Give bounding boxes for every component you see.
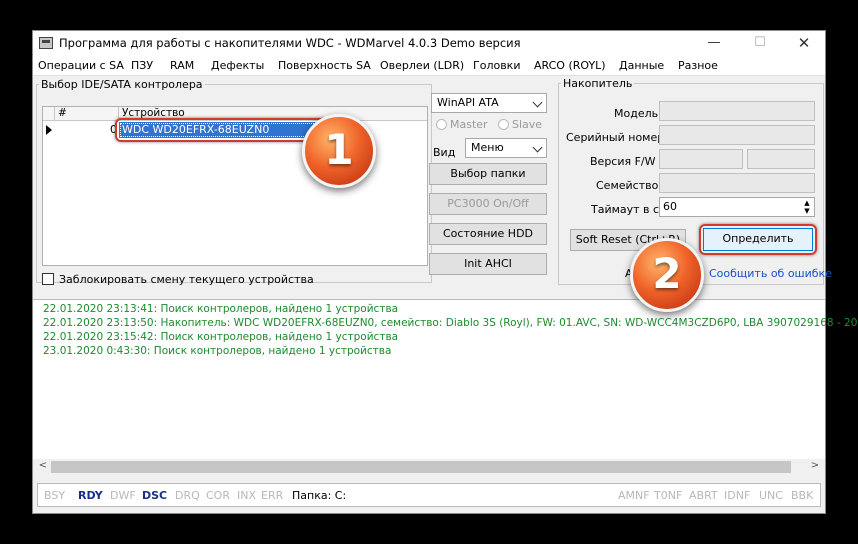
status-flag-err: ERR [261,489,284,502]
menu-misc[interactable]: Разное [678,59,718,72]
spin-down-icon[interactable]: ▼ [801,207,813,215]
status-flag-inx: INX [237,489,257,502]
menu-data[interactable]: Данные [619,59,664,72]
menu-ram[interactable]: RAM [170,59,194,72]
title-bar: Программа для работы с накопителями WDC … [33,31,825,56]
family-label: Семейство [596,179,659,192]
view-select-value: Меню [471,141,504,154]
init-ahci-button[interactable]: Init AHCI [429,253,547,275]
status-flag-bbk: BBK [791,489,814,502]
radio-slave[interactable]: Slave [498,118,542,131]
chevron-down-icon [532,142,543,153]
status-bar: BSY RDY DWF DSC DRQ COR INX ERR Папка: C… [37,483,821,507]
detect-highlight-frame [699,224,817,255]
step-badge-1: 1 [302,114,376,188]
fw-extra-field [747,149,815,169]
fw-label: Версия F/W [590,155,656,168]
lock-device-checkbox[interactable]: Заблокировать смену текущего устройства [42,273,314,286]
row-num: 0 [110,123,117,136]
menu-rom[interactable]: ПЗУ [131,59,153,72]
status-flag-rdy: RDY [78,489,103,502]
menu-arco[interactable]: ARCO (ROYL) [534,59,606,72]
scroll-right-icon[interactable]: > [808,460,822,471]
status-flag-unc: UNC [759,489,783,502]
status-flag-dwf: DWF [110,489,136,502]
interface-select-value: WinAPI ATA [437,96,499,109]
status-flag-abrt: ABRT [689,489,718,502]
app-window: Программа для работы с накопителями WDC … [32,30,858,514]
close-button[interactable]: ✕ [789,34,819,52]
radio-master-label: Master [450,118,488,131]
view-label: Вид [433,146,456,159]
log-line: 22.01.2020 23:13:50: Накопитель: WDC WD2… [43,317,858,329]
app-icon [39,37,53,49]
status-flag-cor: COR [206,489,230,502]
drive-group-legend: Накопитель [563,77,633,90]
hdd-state-button[interactable]: Состояние HDD [429,223,547,245]
radio-master[interactable]: Master [436,118,488,131]
menu-bar: Операции с SA ПЗУ RAM Дефекты Поверхност… [33,56,825,76]
status-flag-dsc: DSC [142,489,168,502]
radio-circle [498,119,509,130]
report-error-link[interactable]: Сообщить об ошибке [709,267,832,280]
fw-field [659,149,743,169]
device-highlight-frame [115,118,329,142]
header-num: # [55,107,119,121]
serial-label: Серийный номер [566,131,665,144]
menu-overlays[interactable]: Оверлеи (LDR) [380,59,464,72]
menu-sa-surface[interactable]: Поверхность SA [278,59,371,72]
timeout-spinner[interactable]: 60 ▲ ▼ [659,197,815,217]
view-select[interactable]: Меню [465,138,547,158]
step-badge-2: 2 [630,238,704,312]
log-line: 22.01.2020 23:15:42: Поиск контролеров, … [43,331,399,343]
pc3000-toggle-button[interactable]: PC3000 On/Off [429,193,547,215]
serial-field [659,125,815,145]
status-folder: Папка: C: [292,489,347,502]
maximize-button[interactable]: ☐ [745,34,775,52]
scroll-thumb[interactable] [51,461,791,473]
log-line: 23.01.2020 0:43:30: Поиск контролеров, н… [43,345,392,357]
controller-group: Выбор IDE/SATA контролера # Устройство 0… [36,78,432,286]
menu-defects[interactable]: Дефекты [211,59,264,72]
header-indicator [43,107,55,121]
status-flag-bsy: BSY [44,489,66,502]
chevron-down-icon [532,97,543,108]
log-panel[interactable]: 22.01.2020 23:13:41: Поиск контролеров, … [33,299,858,475]
model-label: Модель [614,107,659,120]
horizontal-scrollbar[interactable]: < > [33,459,825,475]
scroll-left-icon[interactable]: < [36,460,50,471]
row-pointer-icon [46,125,52,135]
spin-up-icon[interactable]: ▲ [801,199,813,207]
select-folder-button[interactable]: Выбор папки [429,163,547,185]
menu-sa-operations[interactable]: Операции с SA [38,59,124,72]
menu-heads[interactable]: Головки [473,59,520,72]
checkbox-box[interactable] [42,273,54,285]
timeout-value: 60 [663,200,677,213]
status-flag-idnf: IDNF [724,489,751,502]
lock-device-label: Заблокировать смену текущего устройства [59,273,314,286]
minimize-button[interactable]: — [699,34,729,52]
radio-circle [436,119,447,130]
model-field [659,101,815,121]
interface-select[interactable]: WinAPI ATA [431,93,547,113]
window-title: Программа для работы с накопителями WDC … [59,36,521,50]
status-flag-drq: DRQ [175,489,200,502]
controller-group-legend: Выбор IDE/SATA контролера [41,78,203,91]
status-flag-amnf: AMNF [618,489,650,502]
timeout-label: Таймаут в с [591,203,660,216]
family-field [659,173,815,193]
radio-slave-label: Slave [512,118,543,131]
status-flag-t0nf: T0NF [654,489,683,502]
log-line: 22.01.2020 23:13:41: Поиск контролеров, … [43,303,399,315]
